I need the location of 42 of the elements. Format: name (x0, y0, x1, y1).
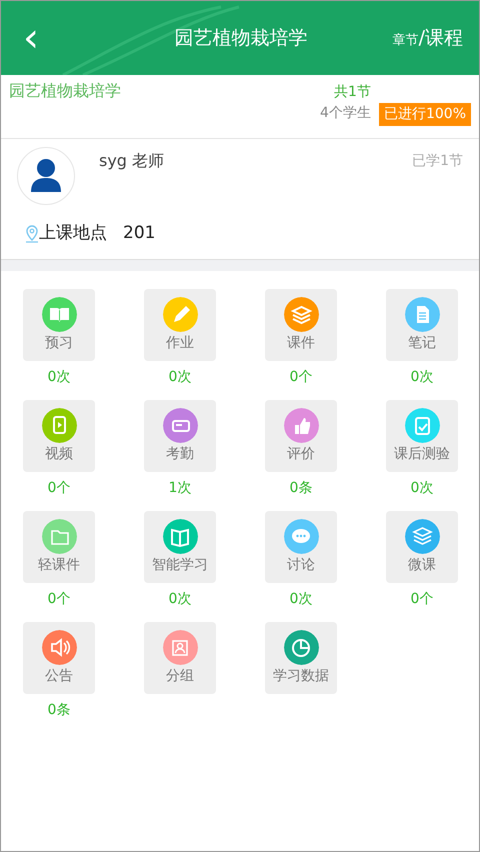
count-label: 1次 (168, 479, 192, 498)
studied-count: 已学1节 (412, 153, 463, 169)
count-label: 0次 (46, 368, 72, 387)
tool-button[interactable]: 课件 (265, 289, 337, 361)
count-label: 0条 (46, 701, 72, 720)
page-title: 园艺植物栽培学 (173, 26, 308, 51)
count-label: 0次 (410, 368, 434, 387)
tool-button[interactable]: 笔记 (386, 289, 458, 361)
student-count: 4个学生 (320, 104, 371, 123)
avatar-icon (17, 147, 75, 205)
count-label: 0个 (288, 368, 314, 387)
view-toggle[interactable]: 章节 (392, 30, 419, 50)
tool-button[interactable]: 课后测验 (386, 400, 458, 472)
tool-button[interactable]: 作业 (144, 289, 216, 361)
count-label: 0条 (288, 479, 314, 498)
back-button[interactable]: ‹ (17, 18, 45, 58)
tool-button[interactable]: 微课 (386, 511, 458, 583)
count-label: 0个 (410, 590, 434, 609)
tool-button[interactable]: 视频 (23, 400, 95, 472)
count-label: 0个 (46, 590, 72, 609)
count-label: 0次 (168, 368, 192, 387)
location-value: 201 (123, 222, 156, 245)
location-label: 上课地点 (39, 222, 107, 245)
count-label: 0次 (410, 479, 434, 498)
section-count: 共1节 (333, 83, 371, 102)
view-toggle[interactable]: /课程 (418, 24, 463, 52)
tool-button[interactable]: 智能学习 (144, 511, 216, 583)
count-label: 0个 (46, 479, 72, 498)
course-name: 园艺植物栽培学 (9, 80, 122, 102)
count-label: 0次 (288, 590, 314, 609)
tool-button[interactable]: 学习数据 (265, 622, 337, 694)
location-pin-icon (25, 224, 39, 243)
tool-button[interactable]: 轻课件 (23, 511, 95, 583)
tool-button[interactable]: 讨论 (265, 511, 337, 583)
tool-button[interactable]: 分组 (144, 622, 216, 694)
tool-button[interactable]: 评价 (265, 400, 337, 472)
teacher-name: syg 老师 (99, 151, 164, 170)
tool-button[interactable]: 考勤 (144, 400, 216, 472)
tool-button[interactable]: 公告 (23, 622, 95, 694)
tool-button[interactable]: 预习 (23, 289, 95, 361)
count-label: 0次 (168, 590, 192, 609)
progress-badge: 已进行100% (378, 103, 471, 126)
